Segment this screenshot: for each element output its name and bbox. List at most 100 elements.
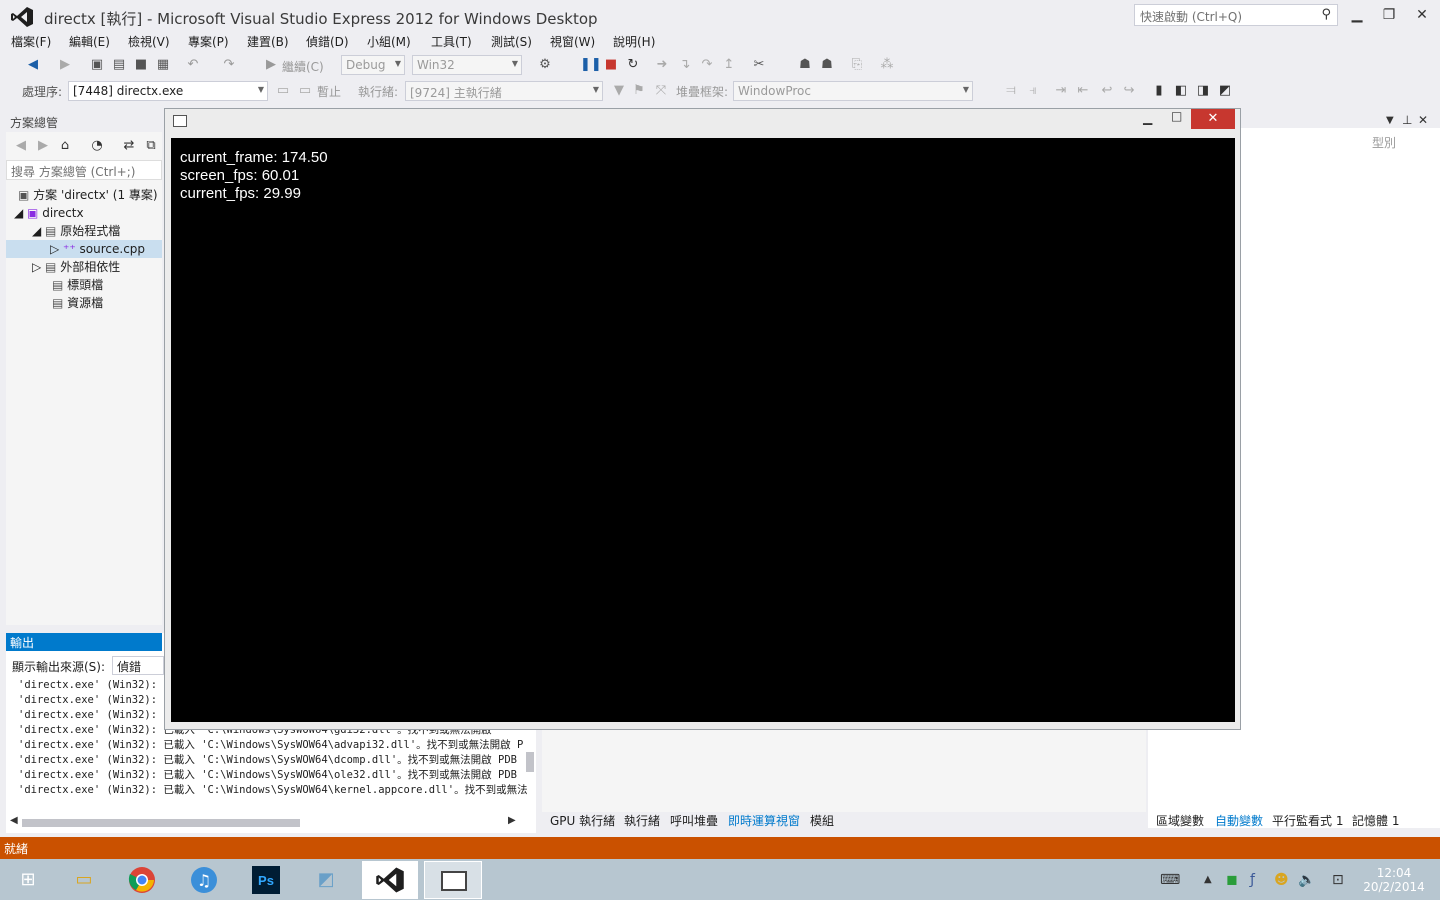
indent-icon[interactable]: ⇥ <box>1052 82 1070 100</box>
search-icon[interactable]: ⚲ <box>1321 7 1331 22</box>
platform-combo[interactable]: Win32 ▼ <box>412 55 522 75</box>
facebook-icon[interactable]: ƒ <box>1250 872 1255 888</box>
pin-icon[interactable]: ⊥ <box>1402 113 1412 127</box>
back-icon[interactable]: ◀ <box>24 56 42 74</box>
tab-modules[interactable]: 模組 <box>810 812 834 830</box>
prev-bookmark-icon[interactable]: ◧ <box>1172 82 1190 100</box>
open-file-icon[interactable]: ▤ <box>110 56 128 74</box>
panel-dropdown-icon[interactable]: ▼ <box>1386 115 1394 126</box>
continue-button[interactable]: 繼續(C) <box>282 58 324 75</box>
scroll-right-icon[interactable]: ▶ <box>508 815 516 826</box>
input-method-icon[interactable]: ⊡ <box>1332 872 1344 888</box>
home-icon[interactable]: ⌂ <box>56 137 74 155</box>
menu-tools[interactable]: 工具(T) <box>431 33 472 50</box>
solution-search-input[interactable]: 搜尋 方案總管 (Ctrl+;) <box>6 160 162 180</box>
next-bookmark-icon[interactable]: ◨ <box>1194 82 1212 100</box>
scroll-left-icon[interactable]: ◀ <box>10 815 18 826</box>
threads-filter-icon[interactable]: ☗ <box>818 56 836 74</box>
uncomment-icon[interactable]: ↪ <box>1120 82 1138 100</box>
flag-icon[interactable]: ⚑ <box>630 82 648 100</box>
menu-build[interactable]: 建置(B) <box>247 33 289 50</box>
photoshop-icon[interactable]: Ps <box>240 862 292 898</box>
output-hscroll-thumb[interactable] <box>22 819 300 827</box>
thread-combo[interactable]: [9724] 主執行緒 ▼ <box>405 81 603 101</box>
volume-icon[interactable]: 🔈 <box>1298 872 1315 888</box>
tab-parallel-watch[interactable]: 平行監看式 1 <box>1272 812 1343 830</box>
hex-display-icon[interactable]: ✂ <box>750 56 768 74</box>
sync-icon[interactable]: ⇄ <box>120 137 138 155</box>
stack-frame-combo[interactable]: WindowProc ▼ <box>733 81 973 101</box>
menu-test[interactable]: 測試(S) <box>491 33 532 50</box>
clock[interactable]: 12:04 20/2/2014 <box>1362 866 1426 894</box>
collapse-all-icon[interactable]: ⧉ <box>142 137 160 155</box>
pending-changes-icon[interactable]: ◔ <box>88 137 106 155</box>
expand-icon[interactable]: ⤧ <box>652 82 670 100</box>
step-out-icon[interactable]: ↥ <box>720 56 738 74</box>
tab-call-stack[interactable]: 呼叫堆疊 <box>670 812 718 830</box>
outdent-icon[interactable]: ⇤ <box>1074 82 1092 100</box>
output-source-combo[interactable]: 偵錯 <box>112 656 164 675</box>
tab-gpu-threads[interactable]: GPU 執行緒 <box>550 812 615 830</box>
process-combo[interactable]: [7448] directx.exe ▼ <box>68 81 268 101</box>
menu-help[interactable]: 說明(H) <box>613 33 655 50</box>
pause-icon[interactable]: ❚❚ <box>580 56 602 74</box>
save-all-icon[interactable]: ▦ <box>154 56 172 74</box>
tree-header-files[interactable]: ▤ 標頭檔 <box>52 276 103 294</box>
tree-resource-files[interactable]: ▤ 資源檔 <box>52 294 103 312</box>
menu-file[interactable]: 檔案(F) <box>11 33 51 50</box>
menu-window[interactable]: 視窗(W) <box>550 33 595 50</box>
overflow-icon[interactable]: ⁂ <box>878 56 896 74</box>
directx-window[interactable]: ▁ □ ✕ current_frame: 174.50 screen_fps: … <box>164 108 1241 730</box>
filter-icon[interactable]: ▼ <box>610 82 628 100</box>
clear-bookmarks-icon[interactable]: ◩ <box>1216 82 1234 100</box>
stop-icon[interactable]: ■ <box>602 56 620 74</box>
column-type-header[interactable]: 型別 <box>1372 134 1396 151</box>
bookmark-icon[interactable]: ▮ <box>1150 82 1168 100</box>
quick-launch-input[interactable]: 快速啟動 (Ctrl+Q) ⚲ <box>1134 4 1338 26</box>
emoji-icon[interactable]: ☻ <box>1274 872 1289 888</box>
suspend-button[interactable]: 暫止 <box>317 83 341 100</box>
tab-immediate-window[interactable]: 即時運算視窗 <box>728 812 800 830</box>
keyboard-icon[interactable]: ⌨ <box>1160 872 1180 888</box>
panel-close-icon[interactable]: ✕ <box>1418 113 1428 127</box>
output-vscroll-thumb[interactable] <box>526 752 534 772</box>
file-explorer-icon[interactable]: ▭ <box>58 862 110 898</box>
itunes-icon[interactable]: ♫ <box>178 862 230 898</box>
taskbar-vs-button[interactable] <box>362 861 418 899</box>
config-combo[interactable]: Debug ▼ <box>341 55 405 75</box>
restore-button[interactable]: ❐ <box>1372 4 1406 26</box>
tree-source-file[interactable]: ▷ ⁺⁺ source.cpp <box>50 240 145 258</box>
tree-project[interactable]: ◢ ▣ directx <box>14 204 84 222</box>
tab-locals[interactable]: 區域變數 <box>1156 812 1204 830</box>
minimize-button[interactable]: ▁ <box>1340 4 1374 26</box>
menu-project[interactable]: 專案(P) <box>188 33 229 50</box>
taskbar-directx-window-button[interactable] <box>424 861 482 899</box>
align-left-icon[interactable]: ⫤ <box>1002 82 1020 100</box>
chrome-icon[interactable] <box>116 862 168 898</box>
lifecycle-icon[interactable]: ▭ <box>274 82 292 100</box>
menu-debug[interactable]: 偵錯(D) <box>306 33 349 50</box>
menu-view[interactable]: 檢視(V) <box>128 33 170 50</box>
undo-icon[interactable]: ↶ <box>184 56 202 74</box>
suspend-icon[interactable]: ▭ <box>296 82 314 100</box>
continue-icon[interactable]: ▶ <box>262 56 280 74</box>
window-close-icon[interactable]: ✕ <box>1191 109 1235 129</box>
close-button[interactable]: ✕ <box>1405 4 1439 26</box>
tab-autos[interactable]: 自動變數 <box>1215 812 1263 830</box>
forward-icon[interactable]: ▶ <box>34 137 52 155</box>
directx-window-titlebar[interactable]: ▁ □ ✕ <box>165 109 1240 137</box>
tree-source-folder[interactable]: ◢ ▤ 原始程式檔 <box>32 222 120 240</box>
menu-team[interactable]: 小組(M) <box>367 33 411 50</box>
back-icon[interactable]: ◀ <box>12 137 30 155</box>
maximize-icon[interactable]: □ <box>1171 109 1182 123</box>
align-right-icon[interactable]: ⫣ <box>1024 82 1042 100</box>
tree-external-deps[interactable]: ▷ ▤ 外部相依性 <box>32 258 120 276</box>
windows-start-icon[interactable]: ⊞ <box>2 862 54 898</box>
threads-icon[interactable]: ☗ <box>796 56 814 74</box>
bookmark-icon[interactable]: ⎘ <box>848 56 866 74</box>
save-icon[interactable]: ■ <box>132 56 150 74</box>
menu-edit[interactable]: 編輯(E) <box>69 33 110 50</box>
redo-icon[interactable]: ↷ <box>220 56 238 74</box>
attach-icon[interactable]: ⚙ <box>536 56 554 74</box>
app-icon[interactable]: ◩ <box>300 862 352 898</box>
